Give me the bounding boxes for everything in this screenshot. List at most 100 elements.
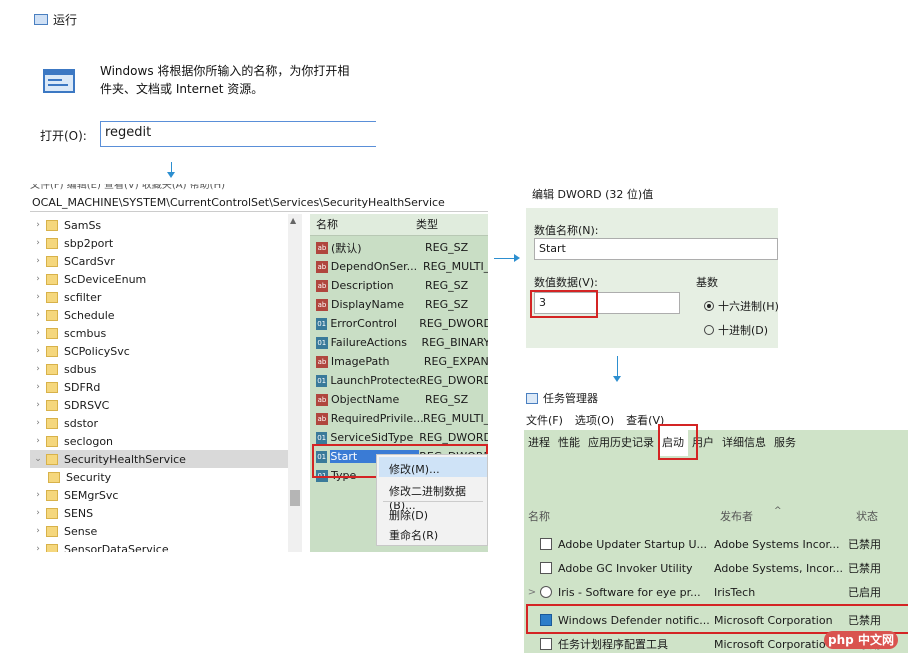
tree-item-schedule[interactable]: › Schedule: [30, 306, 302, 324]
run-window-icon: [34, 14, 48, 25]
dword-title: 编辑 DWORD (32 位)值: [532, 188, 654, 201]
folder-icon: [46, 363, 58, 375]
startup-columns: 名称 发布者 ^ 状态: [524, 506, 908, 528]
menu-item-delete[interactable]: 删除(D): [389, 507, 428, 523]
tree-item-scfilter[interactable]: › scfilter: [30, 288, 302, 306]
highlight-data-value: [530, 290, 598, 318]
radio-decimal[interactable]: 十进制(D): [704, 322, 768, 338]
tree-item-scmbus[interactable]: › scmbus: [30, 324, 302, 342]
folder-icon: [46, 543, 58, 552]
value-row[interactable]: ab ObjectName REG_SZ: [310, 390, 488, 409]
registry-menu-bar[interactable]: 文件(F) 编辑(E) 查看(V) 收藏夹(A) 帮助(H): [30, 184, 230, 192]
value-row[interactable]: 01 FailureActions REG_BINARY: [310, 333, 488, 352]
edit-dword-dialog: 编辑 DWORD (32 位)值 数值名称(N): Start 数值数据(V):…: [522, 180, 779, 348]
value-row[interactable]: ab DisplayName REG_SZ: [310, 295, 488, 314]
value-row[interactable]: 01 ErrorControl REG_DWORD: [310, 314, 488, 333]
arrow-down-2: [617, 356, 618, 378]
dword-body: 数值名称(N): Start 数值数据(V): 3 基数 十六进制(H) 十进制…: [526, 208, 779, 348]
column-type[interactable]: 类型: [410, 214, 438, 235]
chevron-right-icon: ›: [36, 220, 40, 230]
startup-row[interactable]: Adobe Updater Startup U... Adobe Systems …: [524, 532, 908, 556]
value-name-label: 数值名称(N):: [534, 224, 599, 237]
binary-value-icon: 01: [316, 374, 328, 387]
tree-item-scpolicysvc[interactable]: › SCPolicySvc: [30, 342, 302, 360]
tree-item-security[interactable]: Security: [30, 468, 302, 486]
adobe-gc-icon: [540, 562, 552, 574]
run-dialog: 运行 Windows 将根据你所输入的名称，为你打开相 件夹、文档或 Inter…: [28, 0, 378, 150]
tree-item-seclogon[interactable]: › seclogon: [30, 432, 302, 450]
radio-hex[interactable]: 十六进制(H): [704, 298, 779, 314]
arrow-right-head: [514, 254, 520, 262]
tree-item-sens[interactable]: › SENS: [30, 504, 302, 522]
registry-tree: › SamSs › sbp2port › SCardSvr › ScDeviceEnum…: [30, 214, 302, 552]
tab-app-history[interactable]: 应用历史记录: [584, 430, 658, 456]
folder-icon: [46, 273, 58, 285]
tree-item-samss[interactable]: › SamSs: [30, 216, 302, 234]
expand-icon[interactable]: >: [524, 587, 540, 598]
tab-performance[interactable]: 性能: [554, 430, 584, 456]
menu-options[interactable]: 选项(O): [575, 412, 614, 428]
tree-item-sdfrd[interactable]: › SDFRd: [30, 378, 302, 396]
tab-details[interactable]: 详细信息: [718, 430, 770, 456]
folder-icon: [46, 489, 58, 501]
task-scheduler-icon: [540, 638, 552, 650]
tree-item-scdeviceenum[interactable]: › ScDeviceEnum: [30, 270, 302, 288]
startup-row[interactable]: > Iris - Software for eye pr... IrisTech 已启…: [524, 580, 908, 604]
folder-icon: [46, 255, 58, 267]
value-row[interactable]: ab ImagePath REG_EXPAN: [310, 352, 488, 371]
chevron-down-icon[interactable]: ⌄: [30, 454, 46, 464]
adobe-updater-icon: [540, 538, 552, 550]
scroll-up-icon[interactable]: ▲: [290, 216, 296, 225]
scrollbar-thumb[interactable]: [290, 490, 300, 506]
value-row[interactable]: ab Description REG_SZ: [310, 276, 488, 295]
radio-unchecked-icon: [704, 325, 714, 335]
menu-item-rename[interactable]: 重命名(R): [389, 527, 438, 543]
context-menu: 修改(M)... 修改二进制数据(B)... 删除(D) 重命名(R): [376, 454, 488, 546]
column-name[interactable]: 名称: [528, 506, 550, 528]
folder-icon: [46, 327, 58, 339]
chevron-right-icon: ›: [36, 310, 40, 320]
column-status[interactable]: 状态: [856, 506, 878, 528]
value-name-field[interactable]: Start: [534, 238, 778, 260]
tab-services[interactable]: 服务: [770, 430, 800, 456]
folder-icon: [46, 345, 58, 357]
registry-address-bar[interactable]: OCAL_MACHINE\SYSTEM\CurrentControlSet\Se…: [30, 194, 488, 212]
tree-item-sdrsvc[interactable]: › SDRSVC: [30, 396, 302, 414]
value-row[interactable]: ab DependOnSer... REG_MULTI_: [310, 257, 488, 276]
chevron-right-icon: ›: [36, 328, 40, 338]
value-row[interactable]: 01 LaunchProtected REG_DWORD: [310, 371, 488, 390]
column-publisher[interactable]: 发布者: [720, 506, 753, 528]
tree-item-semgrsvc[interactable]: › SEMgrSvc: [30, 486, 302, 504]
menu-file[interactable]: 文件(F): [526, 412, 563, 428]
menu-item-modify[interactable]: 修改(M)...: [389, 461, 440, 477]
chevron-right-icon: ›: [36, 346, 40, 356]
chevron-right-icon: ›: [36, 490, 40, 500]
value-data-label: 数值数据(V):: [534, 276, 598, 289]
value-row[interactable]: ab RequiredPrivile... REG_MULTI_: [310, 409, 488, 428]
taskmgr-tabs: 进程 性能 应用历史记录 启动 用户 详细信息 服务: [524, 430, 908, 456]
value-row[interactable]: ab (默认) REG_SZ: [310, 238, 488, 257]
tree-item-sdbus[interactable]: › sdbus: [30, 360, 302, 378]
tree-item-securityhealthservice[interactable]: ⌄ SecurityHealthService: [30, 450, 302, 468]
column-name[interactable]: 名称: [310, 214, 410, 235]
values-header: 名称 类型: [310, 214, 488, 236]
tree-scrollbar[interactable]: ▲: [288, 214, 302, 552]
tree-item-sdstor[interactable]: › sdstor: [30, 414, 302, 432]
highlight-defender-row: [526, 604, 908, 634]
tree-item-scardsvr[interactable]: › SCardSvr: [30, 252, 302, 270]
tree-item-sbp2port[interactable]: › sbp2port: [30, 234, 302, 252]
run-title: 运行: [34, 11, 77, 28]
folder-icon: [46, 525, 58, 537]
string-value-icon: ab: [316, 260, 328, 273]
tab-processes[interactable]: 进程: [524, 430, 554, 456]
folder-icon: [46, 291, 58, 303]
chevron-right-icon: ›: [36, 364, 40, 374]
chevron-right-icon: ›: [36, 256, 40, 266]
startup-row[interactable]: Adobe GC Invoker Utility Adobe Systems, I…: [524, 556, 908, 580]
run-command-input[interactable]: regedit: [100, 121, 376, 147]
chevron-right-icon: ›: [36, 292, 40, 302]
highlight-startup-tab: [658, 424, 698, 460]
tree-item-sense[interactable]: › Sense: [30, 522, 302, 540]
chevron-right-icon: ›: [36, 382, 40, 392]
tree-item-sensordataservice[interactable]: › SensorDataService: [30, 540, 302, 552]
